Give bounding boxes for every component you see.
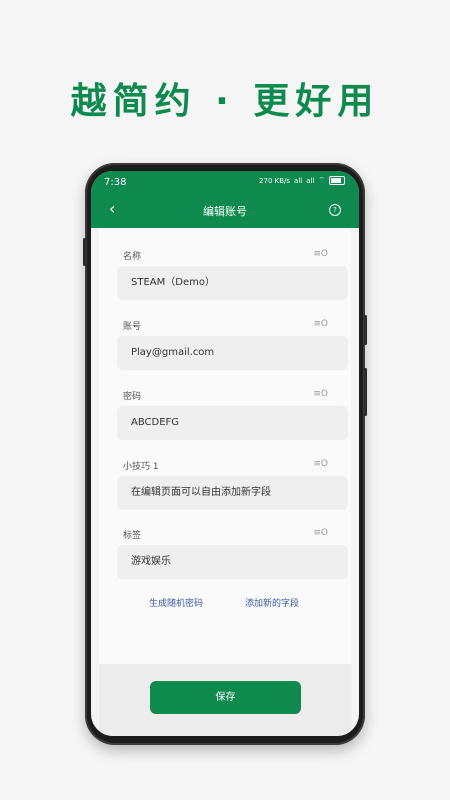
add-field-link[interactable]: 添加新的字段 <box>245 596 299 609</box>
signal-icon-2: all <box>306 176 315 185</box>
help-icon[interactable]: ? <box>329 204 341 216</box>
form-content: 名称 ≡O STEAM（Demo） 账号 ≡O Play@gmail.com 密… <box>99 228 351 664</box>
headline: 越简约 · 更好用 <box>70 81 380 122</box>
drag-handle-icon[interactable]: ≡O <box>313 249 328 259</box>
password-field[interactable]: ABCDEFG <box>117 406 348 440</box>
drag-handle-icon[interactable]: ≡O <box>313 319 328 329</box>
phone-screen: 7:38 270 KB/s all all ⌔ ‹ 编辑账号 ? 名称 ≡O S… <box>91 171 359 736</box>
field-label-name: 名称 <box>123 252 142 262</box>
app-bar: 7:38 270 KB/s all all ⌔ ‹ 编辑账号 ? <box>91 171 359 228</box>
status-time: 7:38 <box>104 177 127 188</box>
drag-handle-icon[interactable]: ≡O <box>313 459 328 469</box>
network-speed: 270 KB/s <box>259 176 291 185</box>
page-title: 编辑账号 <box>203 205 247 218</box>
wifi-icon: ⌔ <box>318 176 325 184</box>
tip-field[interactable]: 在编辑页面可以自由添加新字段 <box>117 476 348 510</box>
field-label-password: 密码 <box>123 392 142 402</box>
field-label-account: 账号 <box>123 322 142 332</box>
field-label-tag: 标签 <box>123 531 142 541</box>
tag-field[interactable]: 游戏娱乐 <box>117 545 348 579</box>
name-field[interactable]: STEAM（Demo） <box>117 266 348 300</box>
signal-icon: all <box>294 176 303 185</box>
drag-handle-icon[interactable]: ≡O <box>313 389 328 399</box>
power-button <box>364 368 367 416</box>
account-field[interactable]: Play@gmail.com <box>117 336 348 370</box>
drag-handle-icon[interactable]: ≡O <box>313 528 328 538</box>
field-label-tip: 小技巧 1 <box>123 462 159 472</box>
side-key <box>83 238 86 266</box>
volume-button <box>364 315 367 345</box>
battery-icon <box>329 176 345 185</box>
generate-password-link[interactable]: 生成随机密码 <box>149 596 203 609</box>
save-button[interactable]: 保存 <box>150 681 301 714</box>
status-icons: 270 KB/s all all ⌔ <box>259 176 345 185</box>
